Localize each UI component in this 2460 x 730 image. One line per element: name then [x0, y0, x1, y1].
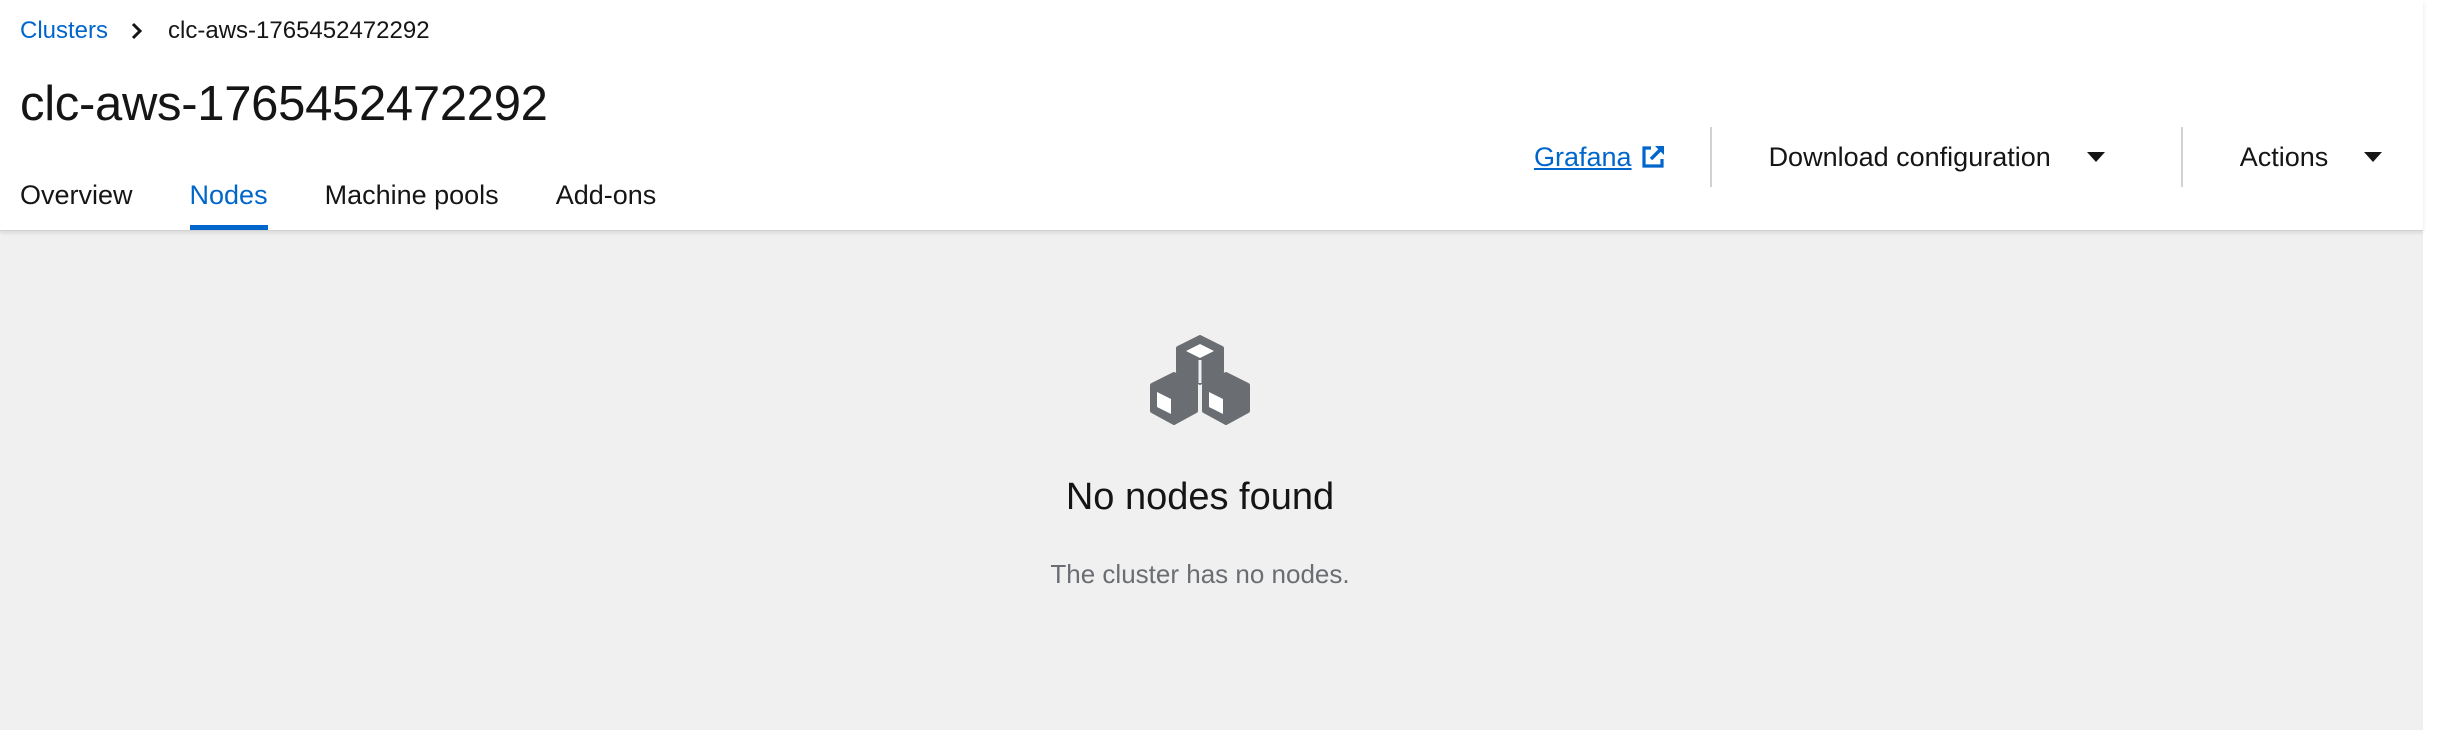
- caret-down-icon: [2364, 151, 2383, 163]
- external-link-icon: [1641, 145, 1664, 168]
- download-configuration-label: Download configuration: [1768, 141, 2051, 172]
- page-header: Clusters clc-aws-1765452472292 clc-aws-1…: [0, 0, 2423, 231]
- tab-content-nodes: No nodes found The cluster has no nodes.: [0, 231, 2423, 730]
- actions-label: Actions: [2239, 141, 2329, 172]
- scrollbar-gutter: [2423, 0, 2460, 730]
- actions-dropdown[interactable]: Actions: [2183, 142, 2383, 173]
- breadcrumb-current: clc-aws-1765452472292: [168, 17, 430, 44]
- empty-state: No nodes found The cluster has no nodes.: [0, 231, 2400, 730]
- empty-state-body: The cluster has no nodes.: [1050, 559, 1350, 589]
- page-title: clc-aws-1765452472292: [20, 77, 548, 131]
- empty-state-title: No nodes found: [1065, 476, 1335, 518]
- tabs: Overview Nodes Machine pools Add-ons: [20, 170, 713, 230]
- tab-nodes[interactable]: Nodes: [189, 170, 268, 230]
- grafana-link-label: Grafana: [1534, 141, 1632, 172]
- caret-down-icon: [2086, 151, 2105, 163]
- tab-add-ons[interactable]: Add-ons: [556, 170, 657, 230]
- cubes-icon: [1150, 335, 1250, 425]
- header-toolbar: Grafana Download configuration Actions: [1534, 126, 2383, 188]
- tab-overview[interactable]: Overview: [20, 170, 133, 230]
- page: Clusters clc-aws-1765452472292 clc-aws-1…: [0, 0, 2460, 730]
- breadcrumb: Clusters clc-aws-1765452472292: [20, 14, 430, 48]
- grafana-link[interactable]: Grafana: [1534, 142, 1710, 173]
- tab-machine-pools[interactable]: Machine pools: [325, 170, 499, 230]
- breadcrumb-clusters-link[interactable]: Clusters: [20, 17, 108, 45]
- download-configuration-dropdown[interactable]: Download configuration: [1712, 142, 2181, 173]
- chevron-right-icon: [120, 14, 154, 48]
